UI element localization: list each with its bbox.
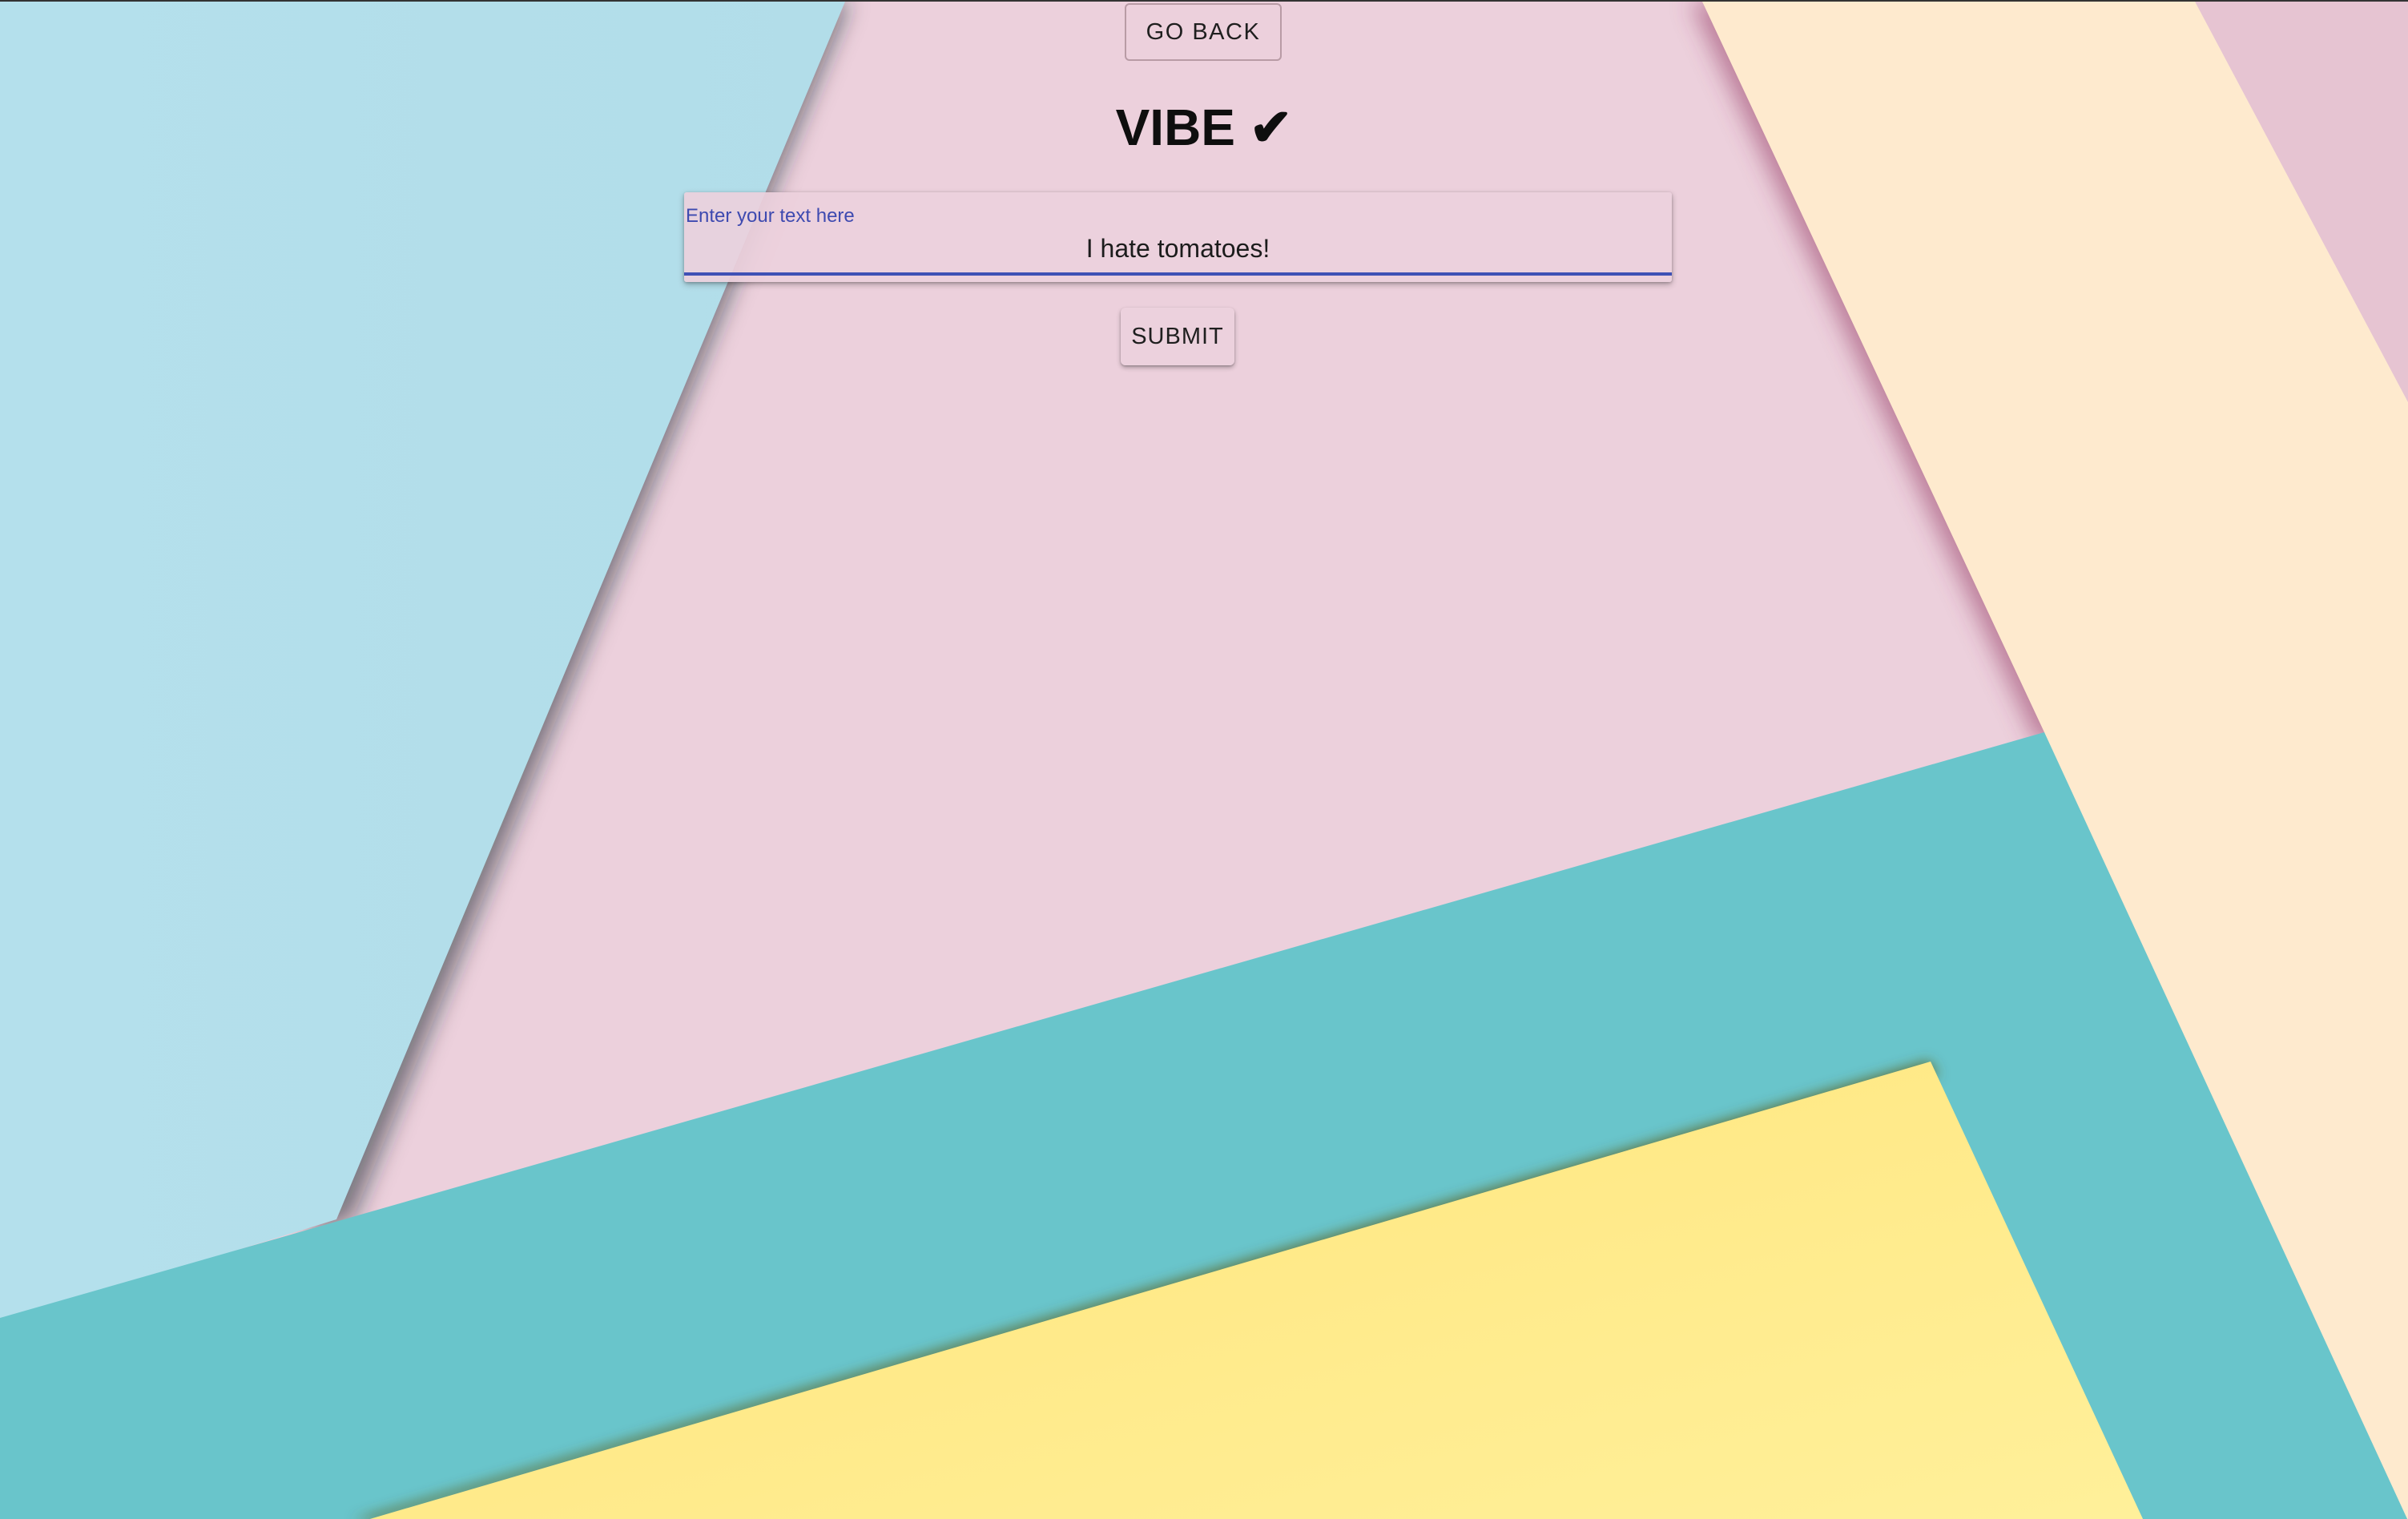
text-input[interactable] <box>684 231 1672 266</box>
text-input-underline <box>684 272 1672 276</box>
text-input-label: Enter your text here <box>686 205 855 227</box>
go-back-button[interactable]: GO BACK <box>1125 3 1282 61</box>
text-input-card: Enter your text here <box>684 192 1672 282</box>
submit-button[interactable]: SUBMIT <box>1121 308 1234 365</box>
page-background: GO BACK VIBE ✔ Enter your text here SUBM… <box>0 0 2408 1519</box>
page-title: VIBE ✔ <box>1115 98 1293 156</box>
